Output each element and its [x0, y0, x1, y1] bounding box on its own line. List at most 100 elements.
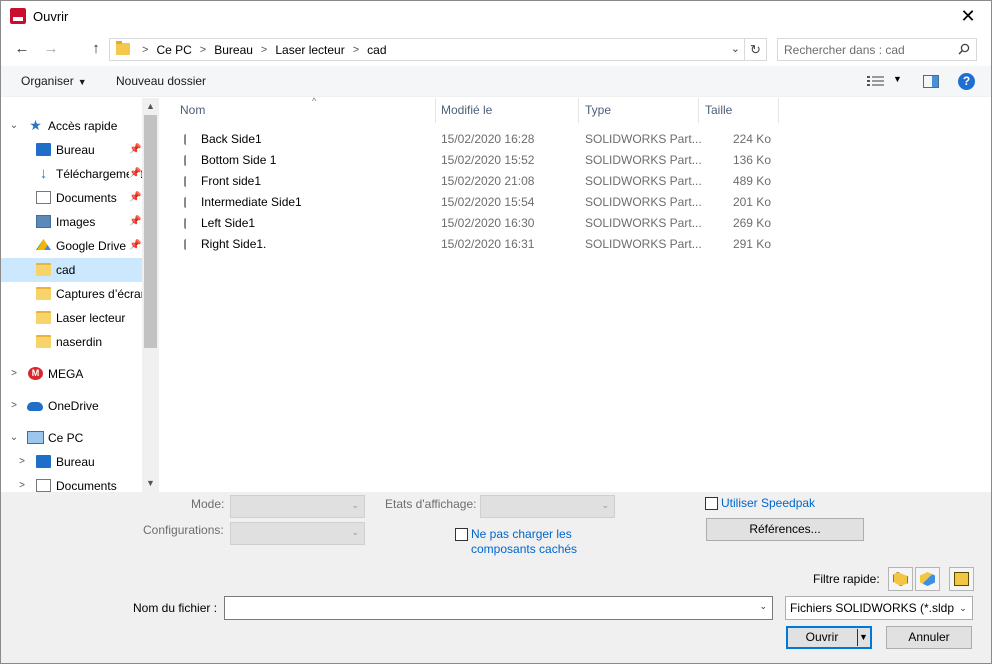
- organize-menu-button[interactable]: Organiser ▼: [21, 74, 87, 88]
- sidebar-item-bureau[interactable]: Bureau 📌: [1, 138, 142, 162]
- file-type: SOLIDWORKS Part...: [585, 153, 702, 167]
- file-row[interactable]: Back Side1 15/02/2020 16:28 SOLIDWORKS P…: [160, 129, 780, 150]
- solidworks-part-icon: [184, 239, 192, 250]
- filter-parts-icon[interactable]: [888, 567, 913, 591]
- back-button[interactable]: ←: [11, 39, 33, 59]
- pin-icon: 📌: [129, 240, 142, 251]
- sidebar-item-naserdin[interactable]: naserdin: [1, 330, 142, 354]
- expand-icon[interactable]: >: [17, 474, 27, 492]
- filter-assemblies-icon[interactable]: [915, 567, 940, 591]
- pin-icon: 📌: [129, 216, 142, 227]
- file-list: ^ Nom Modifié le Type Taille Back Side1 …: [160, 96, 991, 492]
- filename-label: Nom du fichier :: [133, 601, 218, 615]
- configurations-select[interactable]: ⌄: [230, 522, 365, 545]
- collapse-icon[interactable]: ⌄: [9, 426, 19, 450]
- sidebar-item-captures-ecran[interactable]: Captures d’écran: [1, 282, 142, 306]
- file-type-select[interactable]: Fichiers SOLIDWORKS (*.sldprt; ⌄: [785, 596, 973, 620]
- sidebar-item-documents[interactable]: Documents 📌: [1, 186, 142, 210]
- folder-icon: [116, 41, 130, 55]
- hidden-components-label-line1[interactable]: Ne pas charger les: [471, 527, 572, 541]
- onedrive-icon: [27, 402, 43, 411]
- collapse-icon[interactable]: ⌄: [9, 114, 19, 138]
- column-header-type[interactable]: Type: [579, 98, 699, 123]
- breadcrumb: > Ce PC > Bureau > Laser lecteur > cad: [134, 42, 387, 58]
- sidebar-item-laser-lecteur[interactable]: Laser lecteur: [1, 306, 142, 330]
- pin-icon: 📌: [129, 192, 142, 203]
- mode-label: Mode:: [191, 497, 225, 511]
- address-history-dropdown[interactable]: ⌄: [731, 42, 740, 55]
- sidebar-item-google-drive[interactable]: Google Drive 📌: [1, 234, 142, 258]
- download-icon: ↓: [39, 165, 48, 182]
- open-button-label[interactable]: Ouvrir: [787, 627, 857, 648]
- file-row[interactable]: Intermediate Side1 15/02/2020 15:54 SOLI…: [160, 192, 780, 213]
- chevron-down-icon: ⌄: [601, 500, 609, 510]
- filter-drawings-icon[interactable]: [949, 567, 974, 591]
- breadcrumb-separator: >: [142, 44, 149, 56]
- open-split-button[interactable]: Ouvrir ▼: [786, 626, 872, 649]
- column-header-label: Nom: [180, 103, 206, 117]
- sidebar-item-telechargements[interactable]: ↓ Téléchargements 📌: [1, 162, 142, 186]
- sidebar-item-label: Bureau: [56, 143, 95, 157]
- scroll-down-icon[interactable]: ▼: [142, 475, 159, 492]
- display-states-select[interactable]: ⌄: [480, 495, 615, 518]
- filename-dropdown[interactable]: ⌄: [224, 596, 773, 620]
- speedpak-checkbox[interactable]: [705, 497, 718, 510]
- organize-label: Organiser: [21, 74, 74, 88]
- caret-down-icon: ▼: [77, 77, 87, 87]
- speedpak-label[interactable]: Utiliser Speedpak: [721, 496, 815, 510]
- search-input[interactable]: [784, 42, 954, 58]
- sidebar-item-ce-pc-bureau[interactable]: > Bureau: [1, 450, 142, 474]
- breadcrumb-cad[interactable]: cad: [367, 43, 386, 57]
- forward-button[interactable]: →: [40, 39, 62, 59]
- pin-icon: 📌: [129, 162, 142, 186]
- expand-icon[interactable]: >: [17, 450, 27, 474]
- navigation-scrollbar[interactable]: ▲ ▼: [142, 98, 159, 492]
- search-box[interactable]: [777, 38, 977, 61]
- sidebar-item-label: cad: [56, 263, 76, 277]
- refresh-button[interactable]: ↻: [745, 38, 767, 61]
- breadcrumb-bureau[interactable]: Bureau: [214, 43, 253, 57]
- hidden-components-checkbox[interactable]: [455, 528, 468, 541]
- column-header-modified[interactable]: Modifié le: [435, 98, 579, 123]
- cancel-button[interactable]: Annuler: [886, 626, 972, 649]
- file-type: SOLIDWORKS Part...: [585, 132, 702, 146]
- scrollbar-thumb[interactable]: [144, 115, 157, 348]
- sidebar-item-acces-rapide[interactable]: ⌄ ★ Accès rapide: [1, 114, 142, 138]
- sidebar-item-onedrive[interactable]: > OneDrive: [1, 394, 142, 418]
- file-row[interactable]: Right Side1. 15/02/2020 16:31 SOLIDWORKS…: [160, 234, 780, 255]
- scroll-up-icon[interactable]: ▲: [142, 98, 159, 115]
- close-button[interactable]: ✕: [945, 1, 991, 32]
- sidebar-item-mega[interactable]: > M MEGA: [1, 362, 142, 386]
- column-header-size[interactable]: Taille: [699, 98, 779, 123]
- column-header-name[interactable]: ^ Nom: [174, 96, 436, 123]
- file-row[interactable]: Bottom Side 1 15/02/2020 15:52 SOLIDWORK…: [160, 150, 780, 171]
- view-options-caret-icon[interactable]: ▼: [893, 74, 902, 84]
- file-type: SOLIDWORKS Part...: [585, 216, 702, 230]
- expand-icon[interactable]: >: [9, 394, 19, 418]
- hidden-components-label-line2[interactable]: composants cachés: [471, 542, 577, 556]
- references-button[interactable]: Références...: [706, 518, 864, 541]
- sidebar-item-images[interactable]: Images 📌: [1, 210, 142, 234]
- breadcrumb-ce-pc[interactable]: Ce PC: [156, 43, 191, 57]
- sidebar-item-cad[interactable]: cad: [1, 258, 142, 282]
- address-bar[interactable]: > Ce PC > Bureau > Laser lecteur > cad ⌄: [109, 38, 745, 61]
- breadcrumb-laser-lecteur[interactable]: Laser lecteur: [275, 43, 344, 57]
- breadcrumb-separator[interactable]: >: [200, 44, 206, 56]
- breadcrumb-separator[interactable]: >: [261, 44, 267, 56]
- preview-pane-icon[interactable]: [923, 75, 939, 88]
- new-folder-button[interactable]: Nouveau dossier: [116, 74, 206, 88]
- caret-down-icon[interactable]: ▼: [859, 627, 868, 648]
- pin-icon: 📌: [129, 144, 142, 155]
- search-icon[interactable]: [958, 43, 970, 55]
- expand-icon[interactable]: >: [9, 362, 19, 386]
- sidebar-item-ce-pc-documents[interactable]: > Documents: [1, 474, 142, 492]
- file-row[interactable]: Left Side1 15/02/2020 16:30 SOLIDWORKS P…: [160, 213, 780, 234]
- view-details-icon[interactable]: [867, 75, 885, 87]
- sidebar-item-ce-pc[interactable]: ⌄ Ce PC: [1, 426, 142, 450]
- help-icon[interactable]: ?: [958, 73, 975, 90]
- mode-select[interactable]: ⌄: [230, 495, 365, 518]
- breadcrumb-separator[interactable]: >: [353, 44, 359, 56]
- up-button[interactable]: ↑: [85, 39, 107, 59]
- file-row[interactable]: Front side1 15/02/2020 21:08 SOLIDWORKS …: [160, 171, 780, 192]
- sidebar-item-label: Laser lecteur: [56, 311, 126, 325]
